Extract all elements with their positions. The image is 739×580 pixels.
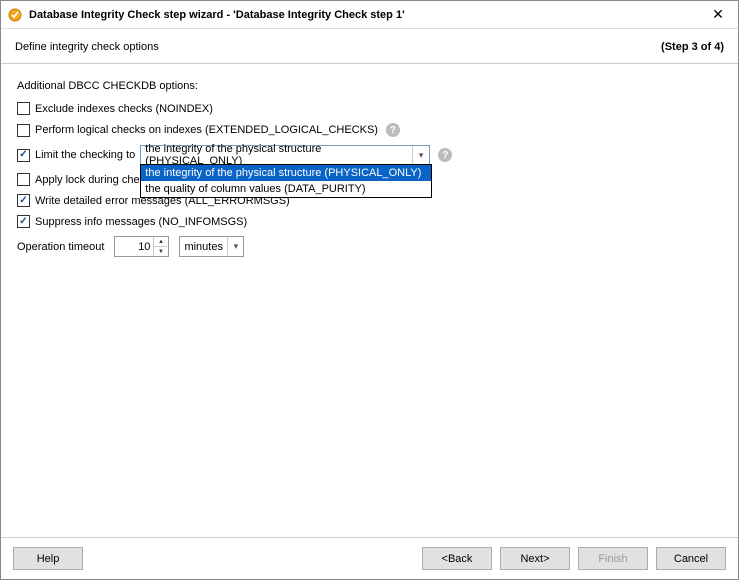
spinner-arrows: ▲ ▼ bbox=[153, 237, 167, 256]
dropdown-item-datapurity[interactable]: the quality of column values (DATA_PURIT… bbox=[141, 181, 431, 197]
limit-checking-combo-wrap: the integrity of the physical structure … bbox=[140, 145, 430, 165]
app-icon bbox=[7, 7, 23, 23]
timeout-spinner[interactable]: ▲ ▼ bbox=[114, 236, 169, 257]
timeout-input[interactable] bbox=[115, 238, 153, 255]
error-msgs-checkbox[interactable] bbox=[17, 194, 30, 207]
limit-checking-row: Limit the checking to the integrity of t… bbox=[17, 145, 722, 165]
help-icon[interactable]: ? bbox=[386, 123, 400, 137]
limit-checking-checkbox[interactable] bbox=[17, 149, 30, 162]
back-button[interactable]: <Back bbox=[422, 547, 492, 570]
limit-checking-label: Limit the checking to bbox=[35, 149, 135, 161]
limit-checking-combo[interactable]: the integrity of the physical structure … bbox=[140, 145, 430, 165]
timeout-unit: minutes bbox=[184, 241, 223, 253]
logical-checks-label: Perform logical checks on indexes (EXTEN… bbox=[35, 124, 378, 136]
spinner-up[interactable]: ▲ bbox=[154, 237, 167, 247]
timeout-label: Operation timeout bbox=[17, 241, 104, 253]
section-heading: Additional DBCC CHECKDB options: bbox=[17, 80, 722, 92]
logical-checks-checkbox[interactable] bbox=[17, 124, 30, 137]
timeout-row: Operation timeout ▲ ▼ minutes ▾ bbox=[17, 236, 722, 257]
exclude-indexes-checkbox[interactable] bbox=[17, 102, 30, 115]
titlebar: Database Integrity Check step wizard - '… bbox=[1, 1, 738, 29]
help-button[interactable]: Help bbox=[13, 547, 83, 570]
spinner-down[interactable]: ▼ bbox=[154, 247, 167, 256]
suppress-info-label: Suppress info messages (NO_INFOMSGS) bbox=[35, 216, 247, 228]
apply-lock-checkbox[interactable] bbox=[17, 173, 30, 186]
content-area: Additional DBCC CHECKDB options: Exclude… bbox=[1, 64, 738, 257]
chevron-down-icon: ▾ bbox=[412, 146, 429, 164]
subheader: Define integrity check options (Step 3 o… bbox=[1, 29, 738, 64]
logical-checks-row: Perform logical checks on indexes (EXTEN… bbox=[17, 123, 722, 137]
timeout-unit-combo[interactable]: minutes ▾ bbox=[179, 236, 244, 257]
suppress-info-row: Suppress info messages (NO_INFOMSGS) bbox=[17, 215, 722, 228]
exclude-indexes-label: Exclude indexes checks (NOINDEX) bbox=[35, 103, 213, 115]
page-subtitle: Define integrity check options bbox=[15, 41, 159, 53]
step-indicator: (Step 3 of 4) bbox=[661, 41, 724, 53]
next-button[interactable]: Next> bbox=[500, 547, 570, 570]
help-icon[interactable]: ? bbox=[438, 148, 452, 162]
cancel-button[interactable]: Cancel bbox=[656, 547, 726, 570]
suppress-info-checkbox[interactable] bbox=[17, 215, 30, 228]
close-button[interactable]: ✕ bbox=[698, 1, 738, 29]
window-title: Database Integrity Check step wizard - '… bbox=[29, 9, 698, 21]
exclude-indexes-row: Exclude indexes checks (NOINDEX) bbox=[17, 102, 722, 115]
finish-button: Finish bbox=[578, 547, 648, 570]
dropdown-item-physical[interactable]: the integrity of the physical structure … bbox=[141, 165, 431, 181]
chevron-down-icon: ▾ bbox=[227, 237, 243, 256]
apply-lock-label: Apply lock during che bbox=[35, 174, 140, 186]
limit-checking-dropdown: the integrity of the physical structure … bbox=[140, 164, 432, 198]
footer: Help <Back Next> Finish Cancel bbox=[1, 537, 738, 579]
